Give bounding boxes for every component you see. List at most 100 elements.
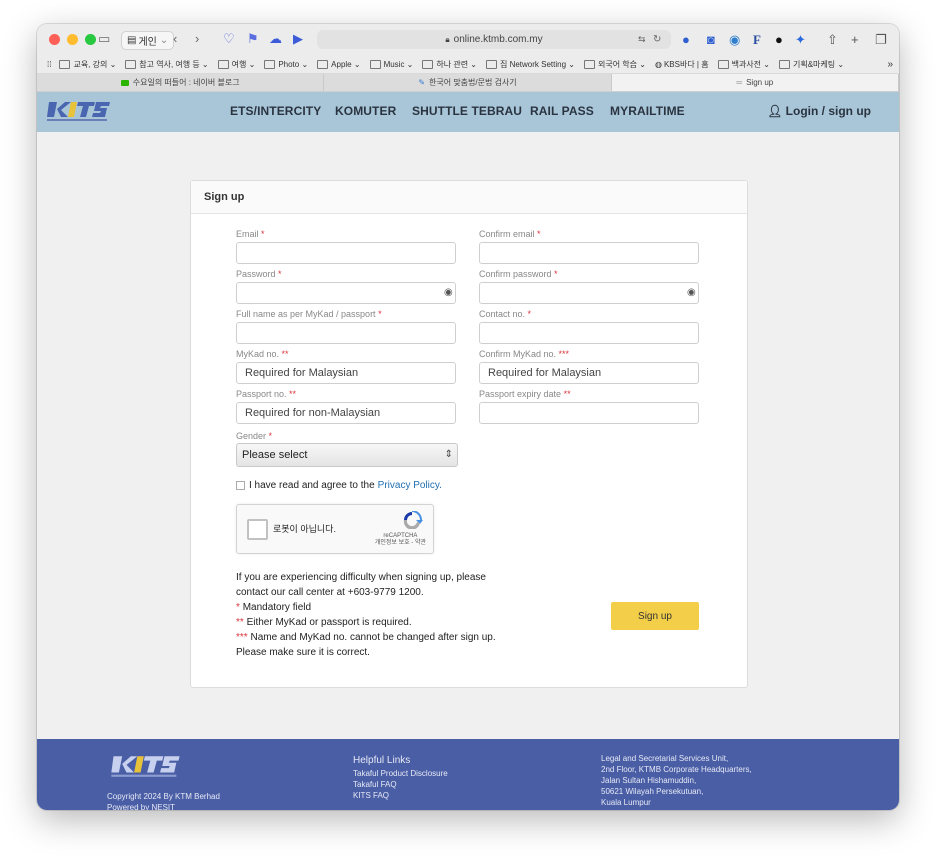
pocket-extension-icon[interactable]: ♡ <box>223 31 235 47</box>
required-marker: * <box>378 309 382 319</box>
tab-group-label: 게인 <box>138 37 157 48</box>
bookmark-folder[interactable]: 교육, 강의 ⌄ <box>59 59 116 70</box>
footer-link[interactable]: Takaful Product Disclosure <box>353 768 448 779</box>
flag-extension-icon[interactable]: ⚑ <box>247 31 259 47</box>
fullname-field[interactable] <box>236 322 456 344</box>
bookmark-extension-icon[interactable]: ◙ <box>707 32 715 47</box>
dark-mode-extension-icon[interactable]: ● <box>775 32 783 47</box>
recaptcha-branding: reCAPTCHA 개인정보 보호 - 약관 <box>375 533 426 547</box>
bookmark-folder[interactable]: 기획&마케팅 ⌄ <box>778 59 844 70</box>
browser-tab-active[interactable]: ═ Sign up <box>611 74 899 91</box>
url-text: online.ktmb.com.my <box>453 34 543 45</box>
close-window-button[interactable] <box>49 34 60 45</box>
passport-expiry-field[interactable] <box>479 402 699 424</box>
more-bookmarks-icon[interactable]: » <box>887 59 893 70</box>
grid-icon[interactable]: ⁞⁞ <box>47 60 51 69</box>
eye-icon[interactable]: ◉ <box>444 287 453 298</box>
reload-icon[interactable]: ↻ <box>653 32 661 47</box>
address-line: 2nd Floor, KTMB Corporate Headquarters, <box>601 765 752 774</box>
bookmark-folder[interactable]: Music ⌄ <box>369 59 413 69</box>
spellcheck-favicon-icon: ✎ <box>418 78 426 87</box>
signup-button[interactable]: Sign up <box>611 602 699 630</box>
passport-field[interactable] <box>236 402 456 424</box>
recaptcha-widget: 로봇이 아닙니다. reCAPTCHA 개인정보 보호 - 약관 <box>236 504 434 554</box>
tab-group-button[interactable]: ▤ 게인 ⌄ <box>121 31 175 50</box>
folder-icon <box>584 59 595 69</box>
folder-icon <box>422 59 434 69</box>
privacy-policy-link[interactable]: Privacy Policy. <box>378 480 442 491</box>
confirm-email-field[interactable] <box>479 242 699 264</box>
recaptcha-terms-link[interactable]: 개인정보 보호 - 약관 <box>375 540 426 547</box>
recaptcha-label: 로봇이 아닙니다. <box>273 524 336 534</box>
translate-icon[interactable]: ⇆ <box>638 32 646 47</box>
nav-myrailtime[interactable]: MYRAILTIME <box>610 104 685 118</box>
profile-extension-icon[interactable]: ● <box>682 32 690 47</box>
maximize-window-button[interactable] <box>85 34 96 45</box>
bookmark-folder[interactable]: 여행 ⌄ <box>217 59 255 70</box>
bookmark-link[interactable]: ◍ KBS바다 | 홈 <box>655 59 709 70</box>
bookmark-folder[interactable]: 백과사전 ⌄ <box>717 59 770 70</box>
browser-tab[interactable]: 수요일의 떠들어 : 네이버 블로그 <box>37 74 325 91</box>
kits-logo[interactable] <box>47 99 111 123</box>
forward-icon[interactable]: › <box>195 31 199 47</box>
privacy-agreement: I have read and agree to the Privacy Pol… <box>236 480 442 491</box>
bookmark-folder[interactable]: 참고 역사, 여행 등 ⌄ <box>125 59 209 70</box>
login-label: Login / sign up <box>785 104 871 118</box>
share-icon[interactable]: ⇧ <box>827 32 838 47</box>
browser-tab[interactable]: ✎ 한국어 맞춤법/문법 검사기 <box>324 74 612 91</box>
note-text: Please make sure it is correct. <box>236 647 370 658</box>
eye-icon[interactable]: ◉ <box>687 287 696 298</box>
nav-ets-intercity[interactable]: ETS/INTERCITY <box>230 104 321 118</box>
browser-window: ▭ ▤ 게인 ⌄ ‹ › ♡ ⚑ ☁ ▶ 🔒︎ online.ktmb.com.… <box>37 24 899 810</box>
minimize-window-button[interactable] <box>67 34 78 45</box>
footer-link[interactable]: Takaful FAQ <box>353 779 448 790</box>
nav-rail-pass[interactable]: RAIL PASS <box>530 104 594 118</box>
gender-select[interactable]: Please select ⇕ <box>236 443 458 467</box>
mykad-field[interactable] <box>236 362 456 384</box>
sidebar-icon[interactable]: ▭ <box>98 31 110 47</box>
bookmark-folder[interactable]: Apple ⌄ <box>317 59 361 69</box>
note-mandatory: * Mandatory field <box>236 600 536 615</box>
new-tab-icon[interactable]: + <box>851 32 859 47</box>
bird-extension-icon[interactable]: ✦ <box>795 32 806 47</box>
play-extension-icon[interactable]: ▶ <box>293 31 303 47</box>
back-icon[interactable]: ‹ <box>173 31 177 47</box>
address-line: Jalan Sultan Hishamuddin, <box>601 776 697 785</box>
signup-card: Sign up Email * Confirm email * Password… <box>190 180 748 688</box>
confirm-password-field[interactable] <box>479 282 699 304</box>
footer-link[interactable]: KITS FAQ <box>353 790 448 801</box>
nav-komuter[interactable]: KOMUTER <box>335 104 396 118</box>
tab-favicon-icon: ═ <box>736 78 743 87</box>
confirm-mykad-field[interactable] <box>479 362 699 384</box>
note-either: ** Either MyKad or passport is required. <box>236 615 536 630</box>
font-extension-icon[interactable]: F <box>753 32 761 47</box>
tab-label: 한국어 맞춤법/문법 검사기 <box>429 78 517 87</box>
bookmark-label: 백과사전 <box>731 59 762 69</box>
recaptcha-checkbox[interactable] <box>247 519 268 540</box>
address-bar[interactable]: 🔒︎ online.ktmb.com.my <box>317 30 671 49</box>
password-field[interactable] <box>236 282 456 304</box>
bookmark-folder[interactable]: 집 Network Setting ⌄ <box>486 59 575 70</box>
privacy-checkbox[interactable] <box>236 481 245 490</box>
bookmark-folder[interactable]: 하나 관련 ⌄ <box>422 59 477 70</box>
bookmark-folder[interactable]: Photo ⌄ <box>264 59 308 69</box>
tab-label: Sign up <box>746 78 774 87</box>
bookmark-folder[interactable]: 외국어 학습 ⌄ <box>584 59 646 70</box>
required-marker: * <box>554 269 558 279</box>
login-signup-link[interactable]: 👤︎ Login / sign up <box>767 104 871 118</box>
tab-overview-icon[interactable]: ❐ <box>875 32 887 47</box>
mykad-label-text: MyKad no. <box>236 349 280 359</box>
passport-label-text: Passport no. <box>236 389 287 399</box>
bookmark-label: 교육, 강의 <box>73 59 108 69</box>
footer-kits-logo[interactable] <box>107 753 185 779</box>
recaptcha-icon <box>403 511 423 529</box>
required-marker: ** <box>289 389 297 399</box>
help-line: If you are experiencing difficulty when … <box>236 572 486 583</box>
fullname-label: Full name as per MyKad / passport * <box>236 309 382 319</box>
cloud-extension-icon[interactable]: ☁ <box>269 31 282 47</box>
contact-field[interactable] <box>479 322 699 344</box>
compass-extension-icon[interactable]: ◉ <box>729 32 740 47</box>
nav-shuttle-tebrau[interactable]: SHUTTLE TEBRAU <box>412 104 522 118</box>
email-field[interactable] <box>236 242 456 264</box>
required-marker: ** <box>281 349 289 359</box>
